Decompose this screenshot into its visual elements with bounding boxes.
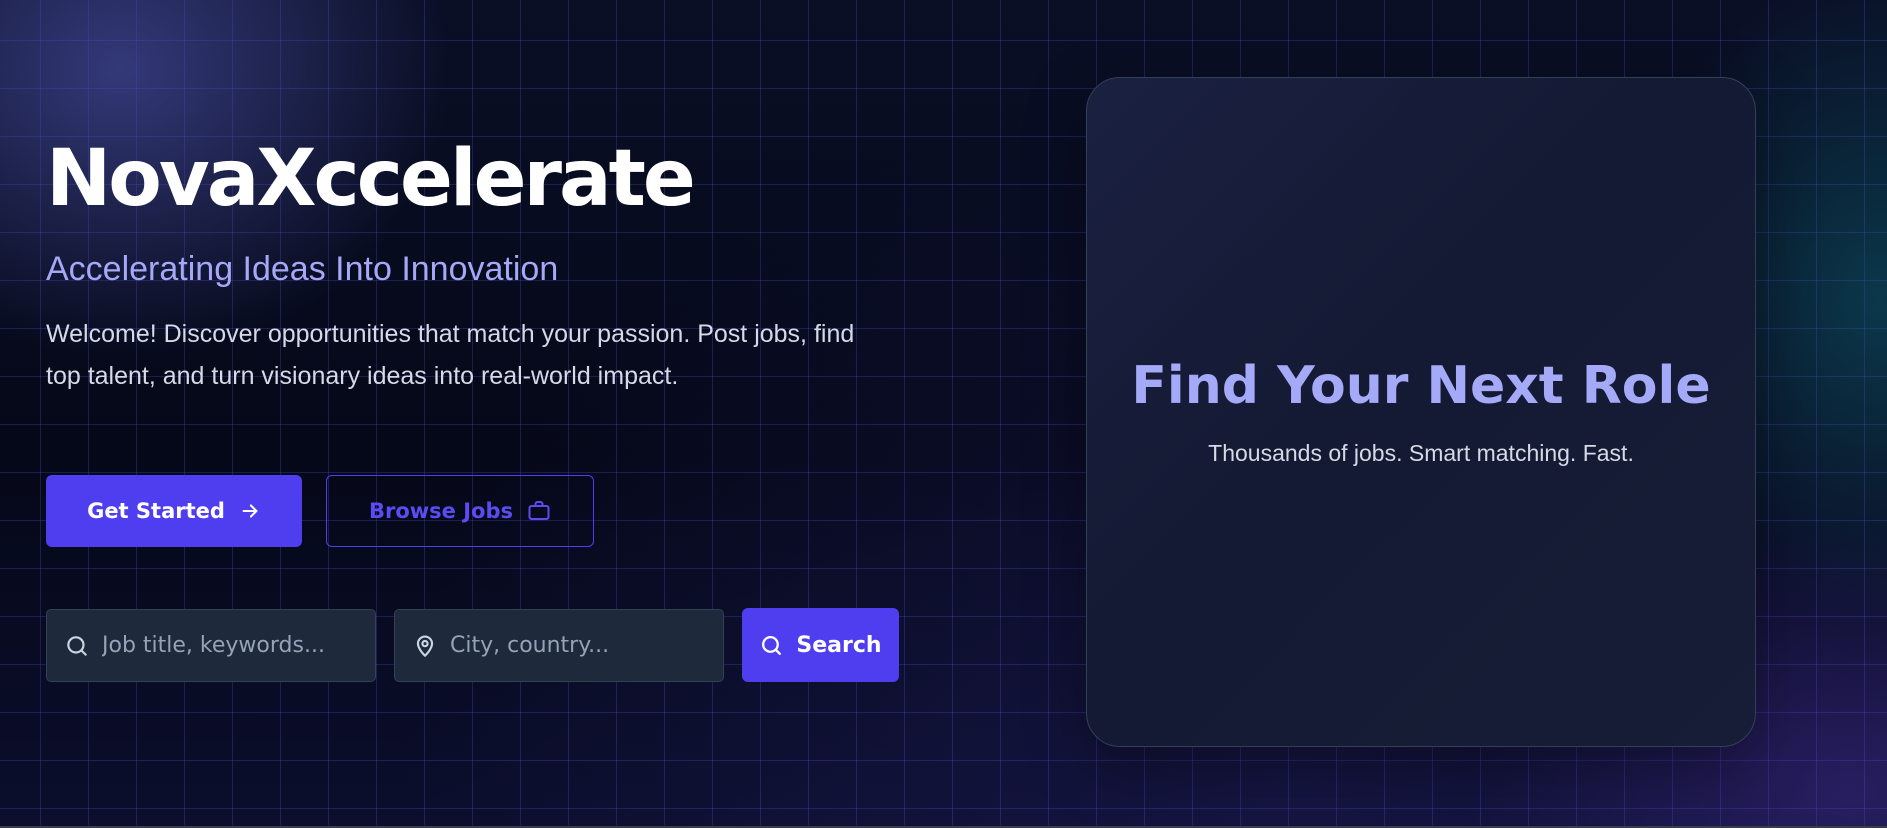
briefcase-icon	[528, 501, 550, 520]
location-field	[394, 609, 724, 682]
search-icon	[67, 635, 87, 656]
arrow-right-icon	[242, 504, 258, 518]
promo-title: Find Your Next Role	[1131, 356, 1711, 416]
tagline: Accelerating Ideas Into Innovation	[46, 250, 559, 288]
browse-jobs-button[interactable]: Browse Jobs	[326, 475, 594, 547]
map-pin-icon	[416, 635, 434, 657]
get-started-button[interactable]: Get Started	[46, 475, 302, 547]
promo-card: Find Your Next Role Thousands of jobs. S…	[1086, 77, 1756, 747]
promo-subtitle: Thousands of jobs. Smart matching. Fast.	[1208, 440, 1634, 466]
job-search-field	[46, 609, 376, 682]
hero-section: NovaXccelerate Accelerating Ideas Into I…	[46, 140, 926, 422]
search-icon	[762, 635, 782, 655]
location-input[interactable]	[438, 610, 723, 681]
welcome-text: Welcome! Discover opportunities that mat…	[46, 320, 855, 390]
browse-jobs-label: Browse Jobs	[368, 499, 514, 523]
search-button-label: Search	[796, 632, 882, 658]
search-button[interactable]: Search	[742, 608, 899, 682]
brand-title: NovaXccelerate	[46, 134, 696, 224]
get-started-label: Get Started	[87, 499, 225, 523]
job-search-input[interactable]	[90, 610, 375, 681]
